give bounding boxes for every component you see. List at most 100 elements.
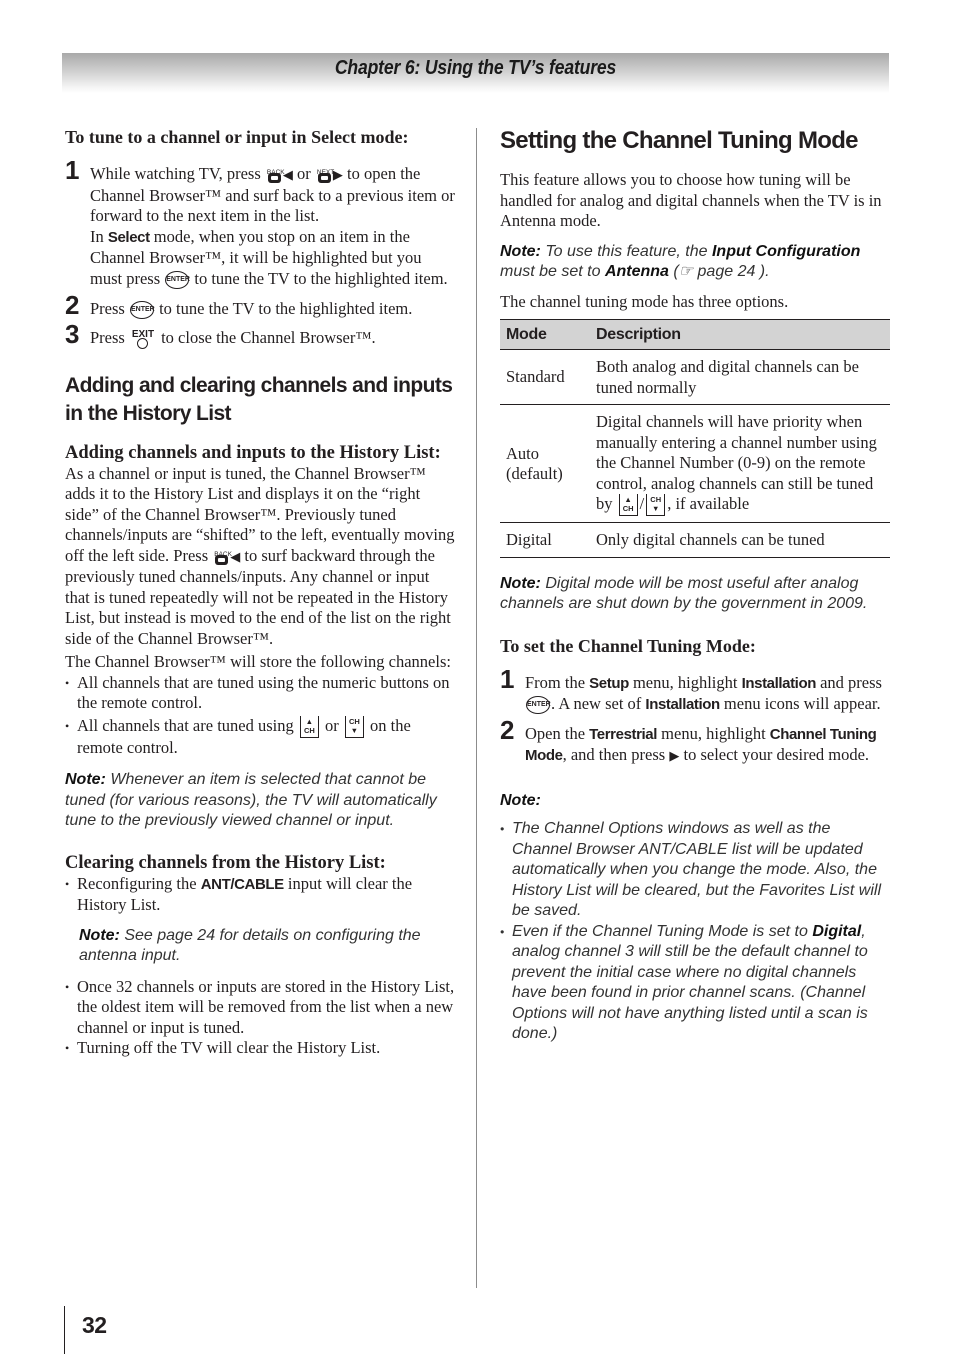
table-row: Auto (default) Digital channels will hav…	[500, 403, 890, 523]
clearing-list: Reconfiguring the ANT/CABLE input will c…	[65, 874, 457, 1059]
keyword-digital: Digital	[812, 922, 862, 940]
store-paragraph: The Channel Browser™ will store the foll…	[65, 652, 451, 672]
step-text: From the	[525, 672, 586, 692]
list-item: All channels that are tuned using the nu…	[65, 673, 457, 714]
config-note: Note: To use this feature, the Input Con…	[500, 242, 890, 283]
keyword-antenna: Antenna	[604, 263, 669, 280]
mode-note-list: The Channel Options windows as well as t…	[500, 819, 890, 1045]
channel-down-icon: CH ▼	[344, 715, 364, 738]
history-note: Note: Whenever an item is selected that …	[65, 770, 457, 832]
exit-button-icon: EXIT	[131, 328, 155, 350]
enter-button-icon: ENTER	[526, 696, 551, 715]
note-label: Note:	[500, 574, 541, 592]
adding-paragraph: As a channel or input is tuned, the Chan…	[65, 464, 457, 650]
enter-button-icon: ENTER	[129, 301, 155, 320]
step-text: menu icons will appear.	[723, 694, 881, 714]
page-number-bar	[64, 1306, 65, 1354]
step-text: and press	[820, 672, 882, 692]
next-button-icon: NEXT	[317, 165, 334, 185]
column-header-description: Description	[590, 319, 890, 350]
step-text: Open the	[525, 723, 586, 743]
list-text: or	[324, 715, 339, 735]
page-reference-link[interactable]: (☞ page 24 ).	[673, 263, 769, 280]
step-text: . A new set of	[551, 694, 642, 714]
table-row: Digital Only digital channels can be tun…	[500, 522, 890, 558]
step-text: to tune the TV to the highlighted item.	[159, 299, 413, 318]
set-step-1: 1 From the Setup menu, highlight Install…	[500, 666, 890, 716]
list-item: Turning off the TV will clear the Histor…	[65, 1038, 457, 1059]
step-number: 1	[65, 155, 80, 185]
section-title: Setting the Channel Tuning Mode	[500, 127, 859, 154]
channel-up-icon: ▲ CH	[299, 715, 319, 738]
chapter-title: Chapter 6: Using the TV’s features	[334, 57, 617, 79]
set-mode-heading: To set the Channel Tuning Mode:	[500, 635, 756, 656]
list-text: All channels that are tuned using	[77, 715, 294, 735]
mode-cell: Standard	[500, 349, 590, 405]
intro-paragraph: This feature allows you to choose how tu…	[500, 170, 882, 230]
adding-heading: Adding channels and inputs to the Histor…	[65, 442, 441, 463]
list-text: , analog channel 3 will still be the def…	[512, 922, 868, 1043]
store-list: All channels that are tuned using the nu…	[65, 673, 457, 759]
description-cell: Digital channels will have priority when…	[590, 403, 890, 523]
mode-note-label: Note:	[500, 791, 890, 812]
list-item: The Channel Options windows as well as t…	[500, 819, 890, 922]
step-text: menu, highlight	[632, 672, 738, 692]
step-text: Press	[90, 299, 125, 318]
select-step-1: 1 While watching TV, press BACK◀ or NEXT…	[65, 157, 457, 289]
table-row: Standard Both analog and digital channel…	[500, 349, 890, 405]
digital-note: Note: Digital mode will be most useful a…	[500, 574, 890, 615]
keyword-input-configuration: Input Configuration	[711, 242, 861, 260]
separator: /	[639, 494, 645, 513]
column-divider	[476, 128, 477, 1288]
step-number: 1	[500, 663, 515, 694]
set-step-2: 2 Open the Terrestrial menu, highlight C…	[500, 717, 890, 767]
select-step-2: 2 Press ENTER to tune the TV to the high…	[65, 292, 457, 320]
note-text: Whenever an item is selected that cannot…	[65, 771, 437, 830]
right-column: Setting the Channel Tuning Mode This fea…	[500, 126, 890, 1045]
note-text: Digital mode will be most useful after a…	[500, 574, 868, 613]
right-arrow-icon: ▶	[669, 748, 680, 764]
channel-down-icon: CH ▼	[646, 494, 666, 517]
list-item: Even if the Channel Tuning Mode is set t…	[500, 922, 890, 1045]
keyword-select: Select	[107, 228, 150, 246]
list-item: Once 32 channels or inputs are stored in…	[65, 977, 457, 1039]
mode-cell: Auto (default)	[500, 403, 590, 523]
enter-button-icon: ENTER	[165, 270, 190, 289]
step-text: While watching TV, press	[90, 164, 261, 183]
step-text: menu, highlight	[661, 723, 766, 743]
description-cell: Both analog and digital channels can be …	[590, 349, 890, 405]
keyword-ant-cable: ANT/CABLE	[200, 875, 284, 893]
step-text: or	[297, 164, 311, 183]
step-text: Press	[90, 327, 125, 347]
step-number: 2	[65, 290, 80, 320]
select-step-3: 3 Press EXIT to close the Channel Browse…	[65, 321, 457, 350]
step-text: In	[90, 226, 104, 246]
step-text: to close the Channel Browser™.	[161, 327, 376, 347]
step-number: 2	[500, 714, 515, 745]
list-text: Even if the Channel Tuning Mode is set t…	[512, 922, 808, 940]
description-cell: Only digital channels can be tuned	[590, 522, 890, 558]
clearing-heading: Clearing channels from the History List:	[65, 852, 386, 873]
mode-cell: Digital	[500, 522, 590, 558]
channel-up-icon: ▲ CH	[618, 494, 638, 517]
keyword-setup: Setup	[589, 674, 629, 692]
back-button-icon: BACK	[267, 165, 285, 185]
right-arrow-icon: ▶	[332, 167, 343, 182]
keyword-installation: Installation	[741, 674, 817, 692]
mode-table: Mode Description Standard Both analog an…	[500, 319, 890, 558]
keyword-terrestrial: Terrestrial	[589, 725, 658, 743]
note-label: Note:	[65, 771, 106, 789]
list-item: All channels that are tuned using ▲CH or…	[65, 716, 457, 759]
page-number: 32	[82, 1312, 107, 1338]
note-label: Note:	[500, 242, 541, 260]
note-text: See page 24 for details on configuring t…	[79, 926, 421, 965]
note-text: To use this feature, the	[545, 242, 708, 260]
table-header-row: Mode Description	[500, 319, 890, 350]
column-header-mode: Mode	[500, 319, 590, 350]
left-column: To tune to a channel or input in Select …	[65, 126, 457, 1059]
note-text: must be set to	[500, 263, 601, 280]
step-text: to select your desired mode.	[683, 745, 870, 765]
step-text: , and then press	[562, 745, 666, 765]
keyword-installation: Installation	[645, 696, 720, 714]
chapter-header: Chapter 6: Using the TV’s features	[62, 53, 889, 93]
